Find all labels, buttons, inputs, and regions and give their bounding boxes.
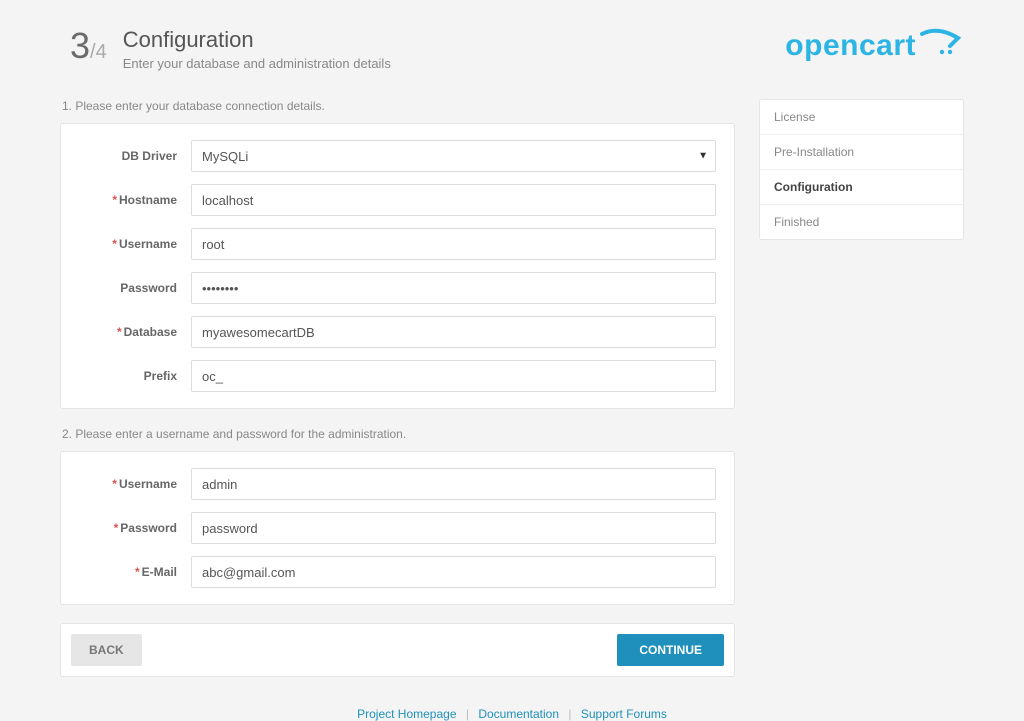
logo: opencart [785, 28, 964, 64]
step-license[interactable]: License [760, 100, 963, 135]
db-username-label: *Username [79, 237, 191, 251]
section2-label: 2. Please enter a username and password … [62, 427, 735, 441]
db-driver-select[interactable]: MySQLi [191, 140, 716, 172]
admin-panel: *Username *Password *E-Mail [60, 451, 735, 605]
section1-label: 1. Please enter your database connection… [62, 99, 735, 113]
db-password-label: Password [79, 281, 191, 295]
back-button[interactable]: BACK [71, 634, 142, 666]
logo-text: opencart [785, 29, 916, 63]
admin-username-input[interactable] [191, 468, 716, 500]
step-indicator: 3/4 [70, 28, 107, 64]
prefix-input[interactable] [191, 360, 716, 392]
db-password-input[interactable] [191, 272, 716, 304]
steps-sidebar: License Pre-Installation Configuration F… [759, 99, 964, 240]
continue-button[interactable]: CONTINUE [617, 634, 724, 666]
page-header: 3/4 Configuration Enter your database an… [60, 28, 964, 71]
admin-username-label: *Username [79, 477, 191, 491]
footer-link-documentation[interactable]: Documentation [478, 707, 559, 721]
footer: Project Homepage | Documentation | Suppo… [60, 707, 964, 721]
page-title: Configuration [123, 28, 391, 52]
admin-password-input[interactable] [191, 512, 716, 544]
page-subtitle: Enter your database and administration d… [123, 56, 391, 71]
admin-email-input[interactable] [191, 556, 716, 588]
db-username-input[interactable] [191, 228, 716, 260]
admin-email-label: *E-Mail [79, 565, 191, 579]
footer-link-forums[interactable]: Support Forums [581, 707, 667, 721]
database-label: *Database [79, 325, 191, 339]
database-panel: DB Driver MySQLi ▼ *Hostname *Username [60, 123, 735, 409]
prefix-label: Prefix [79, 369, 191, 383]
hostname-label: *Hostname [79, 193, 191, 207]
cart-icon [920, 28, 964, 64]
db-driver-label: DB Driver [79, 149, 191, 163]
step-pre-installation[interactable]: Pre-Installation [760, 135, 963, 170]
hostname-input[interactable] [191, 184, 716, 216]
database-input[interactable] [191, 316, 716, 348]
footer-link-homepage[interactable]: Project Homepage [357, 707, 456, 721]
total-steps: /4 [90, 41, 107, 63]
button-bar: BACK CONTINUE [60, 623, 735, 677]
current-step: 3 [70, 25, 90, 66]
step-finished[interactable]: Finished [760, 205, 963, 239]
admin-password-label: *Password [79, 521, 191, 535]
step-configuration[interactable]: Configuration [760, 170, 963, 205]
